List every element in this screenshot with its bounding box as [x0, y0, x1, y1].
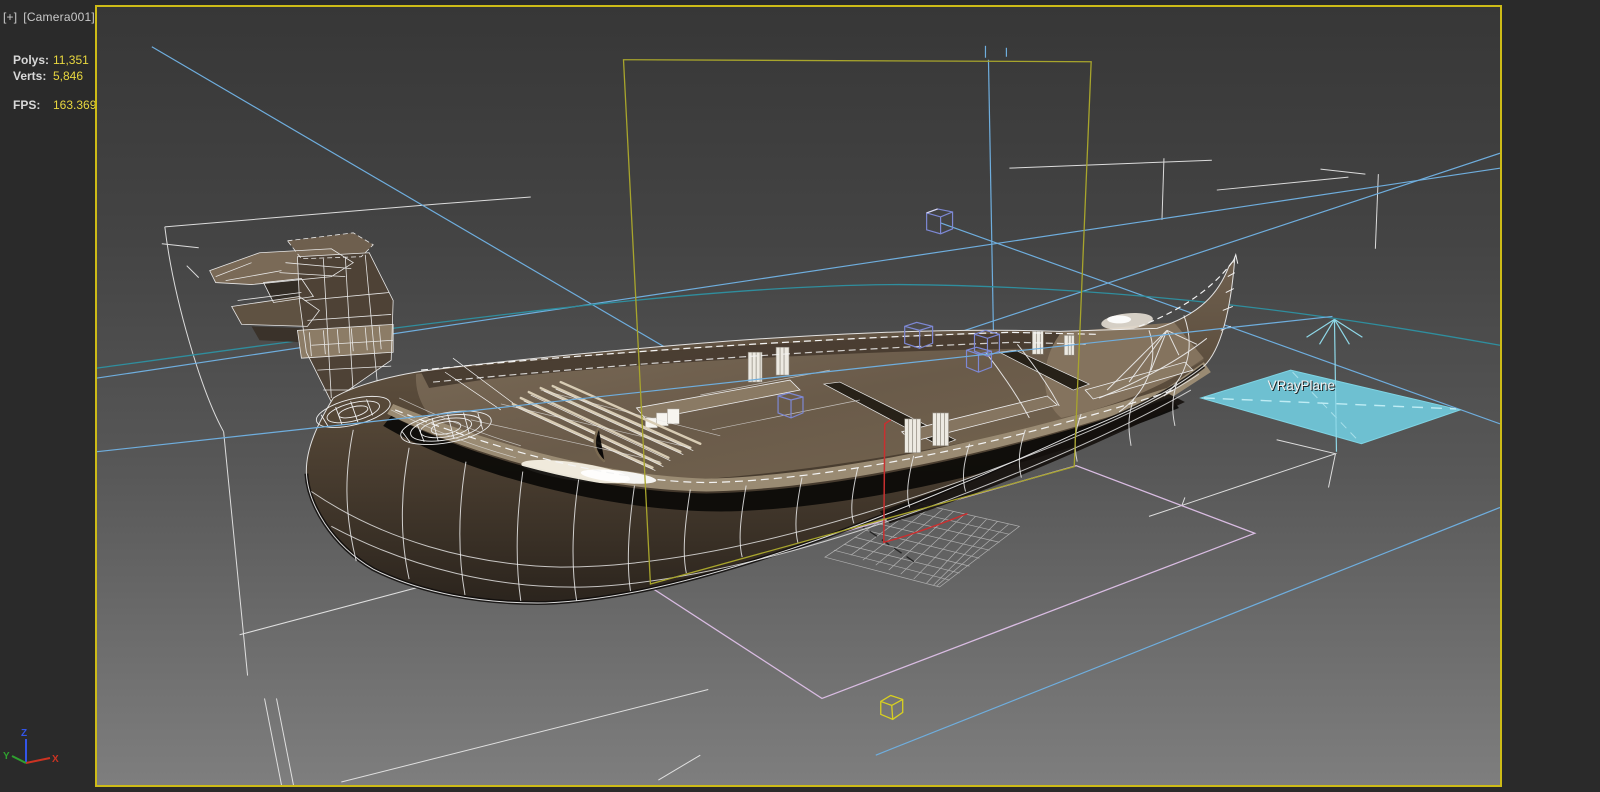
axis-x-label: X: [52, 754, 59, 765]
camera-viewport[interactable]: VRayPlane VRayPlane: [95, 5, 1502, 787]
fps-label: FPS:: [13, 98, 41, 112]
axis-y-label: Y: [3, 751, 10, 762]
verts-label: Verts:: [13, 69, 47, 83]
fps-value: 163.369: [53, 98, 97, 112]
polys-value: 11,351: [53, 53, 89, 67]
stat-verts: Verts: 5,846: [13, 68, 96, 84]
stat-fps: FPS: 163.369: [13, 97, 96, 113]
viewport-statistics: Polys: 11,351 Verts: 5,846 FPS: 163.369: [13, 52, 96, 113]
viewport-canvas[interactable]: VRayPlane VRayPlane: [97, 7, 1500, 785]
max-application-window: [+] [Camera001] Polys: 11,351 Verts: 5,84…: [0, 0, 1600, 792]
aft-highlight-core: [1107, 315, 1132, 324]
viewport-general-menu[interactable]: [+]: [3, 10, 17, 24]
axis-tripod-icon: Z X Y: [3, 728, 59, 765]
viewport-label[interactable]: [+] [Camera001]: [3, 10, 95, 24]
vrayplane-label: VRayPlane: [1268, 378, 1335, 393]
viewport-camera-name[interactable]: [Camera001]: [23, 10, 95, 24]
polys-label: Polys:: [13, 53, 50, 67]
verts-value: 5,846: [53, 69, 84, 83]
vrayplane-label-group: VRayPlane VRayPlane: [1268, 378, 1336, 394]
axis-z-label: Z: [21, 728, 27, 739]
stat-polys: Polys: 11,351: [13, 52, 96, 68]
